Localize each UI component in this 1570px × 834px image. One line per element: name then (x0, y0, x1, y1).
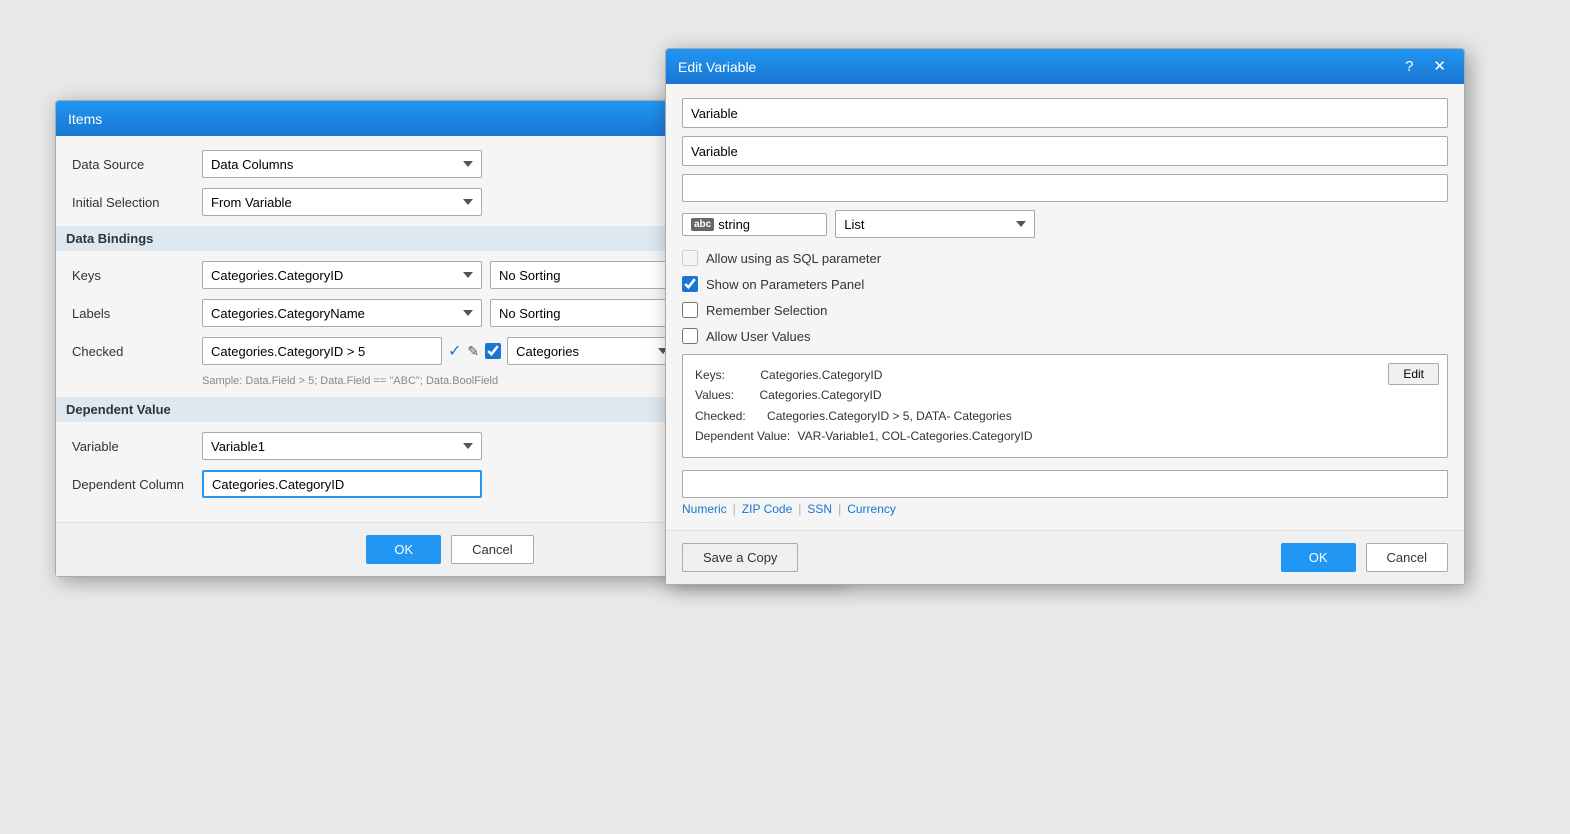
info-box: Edit Keys: Categories.CategoryID Values:… (682, 354, 1448, 458)
info-keys-label: Keys: (695, 368, 725, 382)
info-values-row: Values: Categories.CategoryID (695, 385, 1435, 405)
allow-sql-label: Allow using as SQL parameter (706, 251, 881, 266)
info-checked-label: Checked: (695, 409, 746, 423)
show-params-label: Show on Parameters Panel (706, 277, 864, 292)
info-values-value: Categories.CategoryID (759, 388, 881, 402)
check-icon[interactable]: ✓ (448, 341, 461, 361)
remember-selection-row: Remember Selection (682, 302, 1448, 318)
checked-checkbox[interactable] (485, 343, 501, 359)
type-row: abc string List (682, 210, 1448, 238)
list-select[interactable]: List (835, 210, 1035, 238)
allow-user-values-checkbox[interactable] (682, 328, 698, 344)
edit-var-titlebar-buttons: ? ✕ (1399, 57, 1452, 76)
items-dialog-title: Items (68, 111, 102, 127)
labels-label: Labels (72, 306, 202, 321)
initial-selection-label: Initial Selection (72, 195, 202, 210)
numeric-link[interactable]: Numeric (682, 502, 727, 516)
info-box-edit-button[interactable]: Edit (1388, 363, 1439, 385)
checked-data-select[interactable]: Categories (507, 337, 677, 365)
info-dependent-row: Dependent Value: VAR-Variable1, COL-Cate… (695, 426, 1435, 446)
edit-var-dialog-body: abc string List Allow using as SQL param… (666, 84, 1464, 530)
edit-pencil-icon[interactable]: ✎ (467, 343, 479, 360)
data-source-label: Data Source (72, 157, 202, 172)
edit-var-close-button[interactable]: ✕ (1427, 57, 1452, 76)
edit-var-titlebar: Edit Variable ? ✕ (666, 49, 1464, 84)
info-keys-value: Categories.CategoryID (760, 368, 882, 382)
remember-selection-checkbox[interactable] (682, 302, 698, 318)
show-params-row: Show on Parameters Panel (682, 276, 1448, 292)
sep2: | (798, 502, 801, 516)
allow-sql-row: Allow using as SQL parameter (682, 250, 1448, 266)
allow-user-values-row: Allow User Values (682, 328, 1448, 344)
labels-controls: Categories.CategoryName No Sorting (202, 299, 720, 327)
checked-expr-input[interactable] (202, 337, 442, 365)
keys-controls: Categories.CategoryID No Sorting (202, 261, 720, 289)
labels-column-select[interactable]: Categories.CategoryName (202, 299, 482, 327)
mask-links: Numeric | ZIP Code | SSN | Currency (682, 502, 1448, 516)
sep3: | (838, 502, 841, 516)
variable-label: Variable (72, 439, 202, 454)
save-copy-button[interactable]: Save a Copy (682, 543, 798, 572)
mask-input-row (682, 470, 1448, 498)
info-dependent-label: Dependent Value: (695, 429, 790, 443)
edit-var-footer-right: OK Cancel (1281, 543, 1448, 572)
items-ok-button[interactable]: OK (366, 535, 441, 564)
dependent-column-select[interactable]: Categories.CategoryID (202, 470, 482, 498)
edit-var-help-button[interactable]: ? (1399, 57, 1419, 76)
info-dependent-value: VAR-Variable1, COL-Categories.CategoryID (798, 429, 1033, 443)
info-checked-value: Categories.CategoryID > 5, DATA- Categor… (767, 409, 1012, 423)
info-keys-row: Keys: Categories.CategoryID (695, 365, 1435, 385)
ssn-link[interactable]: SSN (807, 502, 832, 516)
type-select[interactable]: string (718, 217, 818, 232)
allow-sql-checkbox[interactable] (682, 250, 698, 266)
variable-select[interactable]: Variable1 (202, 432, 482, 460)
edit-var-ok-button[interactable]: OK (1281, 543, 1356, 572)
type-badge: abc string (682, 213, 827, 236)
info-values-label: Values: (695, 388, 734, 402)
initial-selection-select[interactable]: From Variable (202, 188, 482, 216)
show-params-checkbox[interactable] (682, 276, 698, 292)
type-badge-icon: abc (691, 218, 714, 231)
edit-var-footer: Save a Copy OK Cancel (666, 530, 1464, 584)
edit-variable-dialog: Edit Variable ? ✕ abc string List (665, 48, 1465, 585)
checked-label: Checked (72, 344, 202, 359)
data-source-select[interactable]: Data Columns (202, 150, 482, 178)
variable-name-input[interactable] (682, 98, 1448, 128)
dependent-column-label: Dependent Column (72, 477, 202, 492)
checked-controls: ✓ ✎ Categories (202, 337, 677, 365)
sep1: | (733, 502, 736, 516)
remember-selection-label: Remember Selection (706, 303, 827, 318)
mask-input[interactable] (682, 470, 1448, 498)
keys-column-select[interactable]: Categories.CategoryID (202, 261, 482, 289)
variable-desc-input[interactable] (682, 136, 1448, 166)
info-checked-row: Checked: Categories.CategoryID > 5, DATA… (695, 406, 1435, 426)
items-cancel-button[interactable]: Cancel (451, 535, 533, 564)
edit-var-cancel-button[interactable]: Cancel (1366, 543, 1448, 572)
currency-link[interactable]: Currency (847, 502, 896, 516)
variable-extra-input[interactable] (682, 174, 1448, 202)
zipcode-link[interactable]: ZIP Code (742, 502, 792, 516)
edit-var-title: Edit Variable (678, 59, 756, 75)
keys-label: Keys (72, 268, 202, 283)
allow-user-values-label: Allow User Values (706, 329, 811, 344)
